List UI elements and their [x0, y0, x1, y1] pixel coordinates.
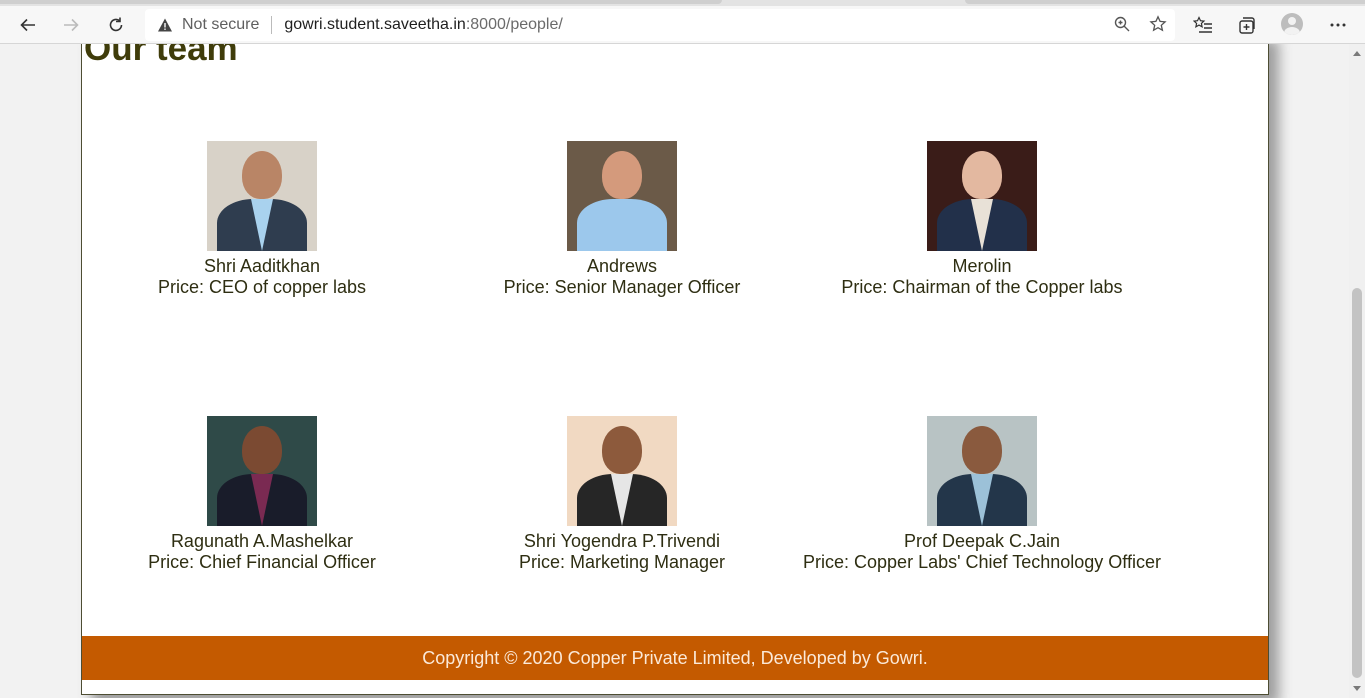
page-title: Our team — [84, 44, 238, 68]
member-role: Price: Copper Labs' Chief Technology Off… — [803, 552, 1161, 572]
member-role: Price: Senior Manager Officer — [503, 277, 741, 297]
vertical-scrollbar[interactable] — [1349, 44, 1365, 698]
favorite-star-icon[interactable] — [1149, 15, 1167, 33]
scroll-down-arrow-icon[interactable] — [1353, 686, 1361, 691]
favorites-button[interactable] — [1192, 15, 1213, 35]
member-photo — [567, 416, 677, 526]
member-name: Merolin — [952, 256, 1012, 276]
team-member-card: Merolin Price: Chairman of the Copper la… — [802, 141, 1162, 298]
member-name: Shri Yogendra P.Trivendi — [523, 531, 721, 551]
member-name: Prof Deepak C.Jain — [903, 531, 1061, 551]
warning-icon — [158, 18, 172, 32]
scrollbar-thumb[interactable] — [1352, 288, 1362, 678]
favorites-list-icon — [1192, 16, 1212, 33]
more-menu-button[interactable] — [1328, 15, 1348, 35]
member-role: Price: CEO of copper labs — [157, 277, 367, 297]
security-label[interactable]: Not secure — [182, 16, 259, 34]
member-photo — [207, 416, 317, 526]
browser-tab[interactable] — [0, 0, 722, 4]
address-bar-actions — [1113, 15, 1167, 33]
profile-avatar[interactable] — [1281, 13, 1303, 35]
member-name: Shri Aaditkhan — [203, 256, 321, 276]
more-dots-icon — [1330, 23, 1346, 27]
url-host: gowri.student.saveetha.in — [284, 16, 466, 33]
url-path: :8000/people/ — [465, 16, 563, 33]
back-button[interactable] — [12, 9, 44, 41]
page-viewport: Our team Shri Aaditkhan Price: CEO of co… — [0, 44, 1349, 698]
refresh-icon — [109, 17, 123, 32]
team-member-card: Andrews Price: Senior Manager Officer — [442, 141, 802, 298]
member-photo — [567, 141, 677, 251]
team-member-card: Shri Aaditkhan Price: CEO of copper labs — [82, 141, 442, 298]
forward-arrow-icon — [64, 18, 79, 32]
page-footer: Copyright © 2020 Copper Private Limited,… — [82, 636, 1268, 680]
team-member-card: Shri Yogendra P.Trivendi Price: Marketin… — [442, 416, 802, 573]
forward-button[interactable] — [55, 9, 87, 41]
member-photo — [927, 141, 1037, 251]
member-role: Price: Marketing Manager — [518, 552, 726, 572]
address-bar[interactable]: Not secure gowri.student.saveetha.in:800… — [145, 9, 1175, 41]
address-separator — [271, 16, 273, 34]
back-arrow-icon — [20, 18, 35, 32]
team-member-card: Ragunath A.Mashelkar Price: Chief Financ… — [82, 416, 442, 573]
browser-toolbar: Not secure gowri.student.saveetha.in:800… — [0, 6, 1365, 44]
member-name: Andrews — [586, 256, 658, 276]
browser-tab[interactable] — [965, 0, 1365, 4]
zoom-icon[interactable] — [1113, 15, 1131, 33]
scroll-up-arrow-icon[interactable] — [1353, 51, 1361, 56]
member-name: Ragunath A.Mashelkar — [170, 531, 354, 551]
member-photo — [207, 141, 317, 251]
refresh-button[interactable] — [100, 9, 132, 41]
member-role: Price: Chief Financial Officer — [148, 552, 376, 572]
member-role: Price: Chairman of the Copper labs — [841, 277, 1123, 297]
member-photo — [927, 416, 1037, 526]
collections-button[interactable] — [1237, 15, 1257, 35]
collections-icon — [1239, 17, 1255, 34]
page-container: Our team Shri Aaditkhan Price: CEO of co… — [81, 44, 1269, 695]
team-member-card: Prof Deepak C.Jain Price: Copper Labs' C… — [802, 416, 1162, 573]
